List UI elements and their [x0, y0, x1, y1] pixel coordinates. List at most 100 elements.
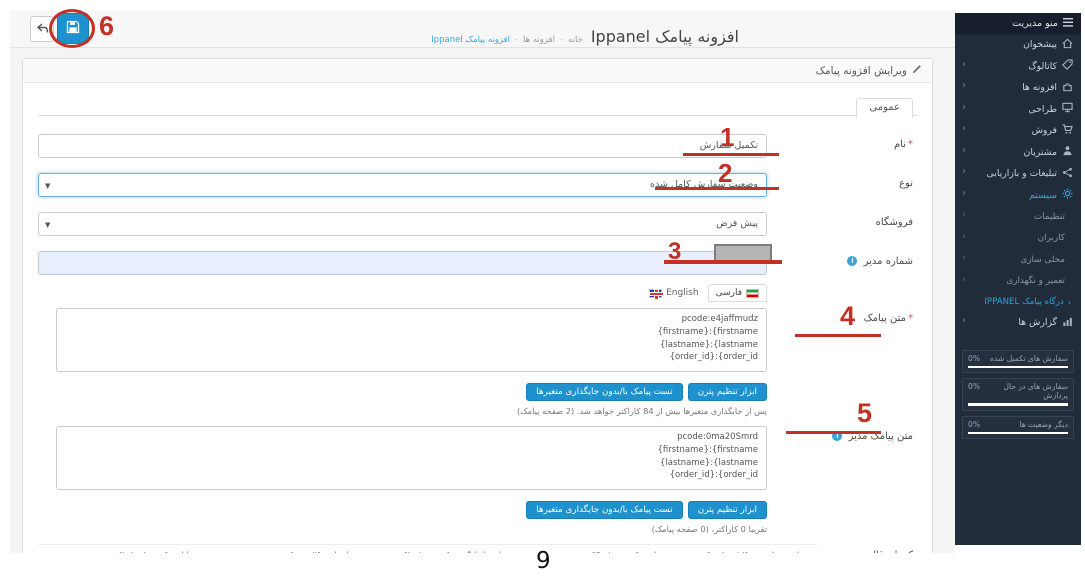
share-icon — [1062, 167, 1073, 181]
panel-heading: ویرایش افزونه پیامک — [23, 59, 932, 83]
template-codes-label: کدهای قالب — [817, 544, 917, 553]
field-row-name: *نام تکمیل سفارش — [38, 134, 917, 158]
stat-value: 0% — [968, 419, 981, 429]
annotation-underline-3 — [664, 260, 782, 264]
pencil-icon — [912, 64, 922, 77]
annotation-underline-2 — [655, 187, 779, 190]
sidebar-header: منو مدیریت — [955, 13, 1081, 34]
stat-completed-orders[interactable]: سفارش های تکمیل شده 0% — [962, 349, 1074, 373]
bullet-icon: ‹ — [1067, 297, 1071, 307]
chevron-left-icon: ‹ — [962, 166, 966, 177]
chevron-left-icon: ‹ — [962, 210, 966, 220]
field-row-admin-sms-text: متن پیامک مدیر i pcode:0ma20Smrd {firstn… — [38, 426, 917, 534]
chevron-down-icon: ▼ — [45, 221, 51, 229]
chevron-down-icon: ▼ — [45, 182, 51, 190]
sidebar-item-catalog[interactable]: کاتالوگ ‹ — [955, 56, 1081, 78]
sidebar-item-reports[interactable]: گزارش ها ‹ — [955, 312, 1081, 334]
progress-bar — [968, 365, 1068, 368]
sidebar-item-users[interactable]: کاربران ‹ — [955, 228, 1081, 250]
breadcrumb-current[interactable]: افزونه پیامک Ippanel — [431, 35, 510, 45]
progress-bar — [968, 431, 1068, 434]
breadcrumb-extensions[interactable]: افزونه ها — [523, 35, 555, 45]
sidebar-item-dashboard[interactable]: پیشخوان — [955, 34, 1081, 56]
stat-other-statuses[interactable]: دیگر وضعیت ها 0% — [962, 415, 1074, 439]
order-stats-widgets: سفارش های تکمیل شده 0% سفارش های در حال … — [962, 349, 1074, 439]
breadcrumb: خانه - افزونه ها - افزونه پیامک Ippanel — [431, 35, 583, 45]
info-icon: i — [847, 256, 858, 266]
tab-bar: عمومی — [38, 89, 917, 118]
chevron-left-icon: ‹ — [962, 315, 966, 326]
test-sms-button[interactable]: تست پیامک با/بدون جایگذاری متغیرها — [526, 383, 683, 401]
admin-number-label: شماره مدیر — [863, 256, 913, 267]
sidebar-item-maintenance[interactable]: تعمیر و نگهداری ‹ — [955, 271, 1081, 293]
edit-extension-panel: ویرایش افزونه پیامک عمومی *نام تکمیل سفا… — [22, 58, 933, 553]
store-label: فروشگاه — [875, 217, 913, 228]
reply-arrow-icon — [36, 20, 49, 39]
chevron-left-icon: ‹ — [962, 144, 966, 156]
top-header-bar: افزونه پیامک Ippanel خانه - افزونه ها - … — [10, 10, 957, 48]
user-icon — [1062, 145, 1073, 159]
annotation-underline-1 — [683, 153, 779, 156]
chevron-left-icon: ‹ — [962, 101, 966, 113]
field-row-admin-number: شماره مدیر i — [38, 251, 917, 275]
chevron-left-icon: ‹ — [962, 80, 966, 91]
sidebar-item-extensions[interactable]: افزونه ها ‹ — [955, 77, 1081, 99]
iran-flag-icon — [746, 288, 759, 298]
sidebar-item-settings[interactable]: تنظیمات ‹ — [955, 206, 1081, 228]
annotation-underline-4 — [795, 334, 881, 337]
main-content: ویرایش افزونه پیامک عمومی *نام تکمیل سفا… — [10, 48, 955, 553]
chevron-left-icon: ‹ — [962, 58, 966, 70]
admin-sms-text-textarea[interactable]: pcode:0ma20Smrd {firstname}:{firstname {… — [56, 426, 767, 490]
sidebar-item-system[interactable]: سیستم ‹ — [955, 185, 1081, 207]
annotation-circle-6 — [49, 9, 95, 48]
annotation-2: 2 — [718, 158, 733, 188]
monitor-icon — [1062, 102, 1073, 116]
sidebar-item-ippanel-gateway[interactable]: ‹ درگاه پیامک IPPANEL — [955, 292, 1081, 312]
chevron-left-icon: ‹ — [962, 123, 966, 134]
chevron-left-icon: ‹ — [962, 231, 966, 242]
chevron-left-icon: ‹ — [962, 187, 966, 199]
annotation-4: 4 — [840, 301, 856, 331]
cart-icon — [1062, 124, 1073, 138]
pattern-tool-button[interactable]: ابزار تنظیم پترن — [687, 501, 767, 519]
store-select[interactable]: پیش فرض — [38, 212, 767, 236]
type-select[interactable]: وضعیت سفارش کامل شده — [38, 173, 767, 197]
pattern-tool-button[interactable]: ابزار تنظیم پترن — [687, 383, 767, 401]
sms-text-textarea[interactable]: pcode:e4jaffmudz {firstname}:{firstname … — [56, 308, 767, 372]
template-codes-table: شماره سفارش - {order_id} نام - {firstnam… — [38, 544, 817, 553]
menu-icon — [1063, 17, 1073, 30]
chevron-left-icon: ‹ — [962, 274, 966, 285]
sidebar-item-sales[interactable]: فروش ‹ — [955, 120, 1081, 142]
test-sms-button[interactable]: تست پیامک با/بدون جایگذاری متغیرها — [526, 501, 683, 519]
stat-value: 0% — [968, 353, 981, 363]
uk-flag-icon — [649, 288, 664, 299]
admin-sidebar: منو مدیریت پیشخوان کاتالوگ ‹ افزونه ها ‹… — [955, 13, 1081, 545]
sidebar-item-customers[interactable]: مشتریان ‹ — [955, 142, 1081, 164]
type-label: نوع — [899, 178, 913, 189]
breadcrumb-home[interactable]: خانه — [568, 35, 583, 45]
annotation-5: 5 — [857, 398, 873, 428]
sidebar-item-marketing[interactable]: تبلیغات و بازاریابی ‹ — [955, 163, 1081, 185]
sidebar-item-localization[interactable]: محلی سازی ‹ — [955, 249, 1081, 271]
required-asterisk: * — [908, 139, 913, 150]
annotation-6: 6 — [99, 11, 115, 41]
sms-char-count-note: پس از جایگذاری متغیرها بیش از 84 کاراکتر… — [516, 406, 767, 416]
tab-language-farsi[interactable]: فارسی — [707, 284, 767, 302]
puzzle-icon — [1062, 81, 1073, 95]
tab-general[interactable]: عمومی — [856, 98, 913, 118]
table-row: شماره سفارش - {order_id} نام - {firstnam… — [38, 544, 817, 553]
name-label: نام — [893, 139, 906, 150]
name-input[interactable]: تکمیل سفارش — [38, 134, 767, 158]
admin-sms-char-count-note: تقریبا 0 کاراکتر، (0 صفحه پیامک) — [651, 524, 767, 534]
stat-processing-orders[interactable]: سفارش های در حال پردازش 0% — [962, 378, 1074, 411]
home-icon — [1062, 38, 1073, 52]
field-row-sms-text: *متن پیامک pcode:e4jaffmudz {firstname}:… — [38, 308, 917, 416]
required-asterisk: * — [908, 313, 913, 324]
stat-value: 0% — [968, 382, 981, 391]
admin-number-input[interactable] — [38, 251, 767, 275]
tab-language-english[interactable]: English — [642, 284, 706, 302]
tag-icon — [1062, 59, 1073, 73]
field-row-type: نوع وضعیت سفارش کامل شده ▼ — [38, 173, 917, 197]
sidebar-item-design[interactable]: طراحی ‹ — [955, 99, 1081, 121]
page-number: 9 — [536, 548, 551, 574]
